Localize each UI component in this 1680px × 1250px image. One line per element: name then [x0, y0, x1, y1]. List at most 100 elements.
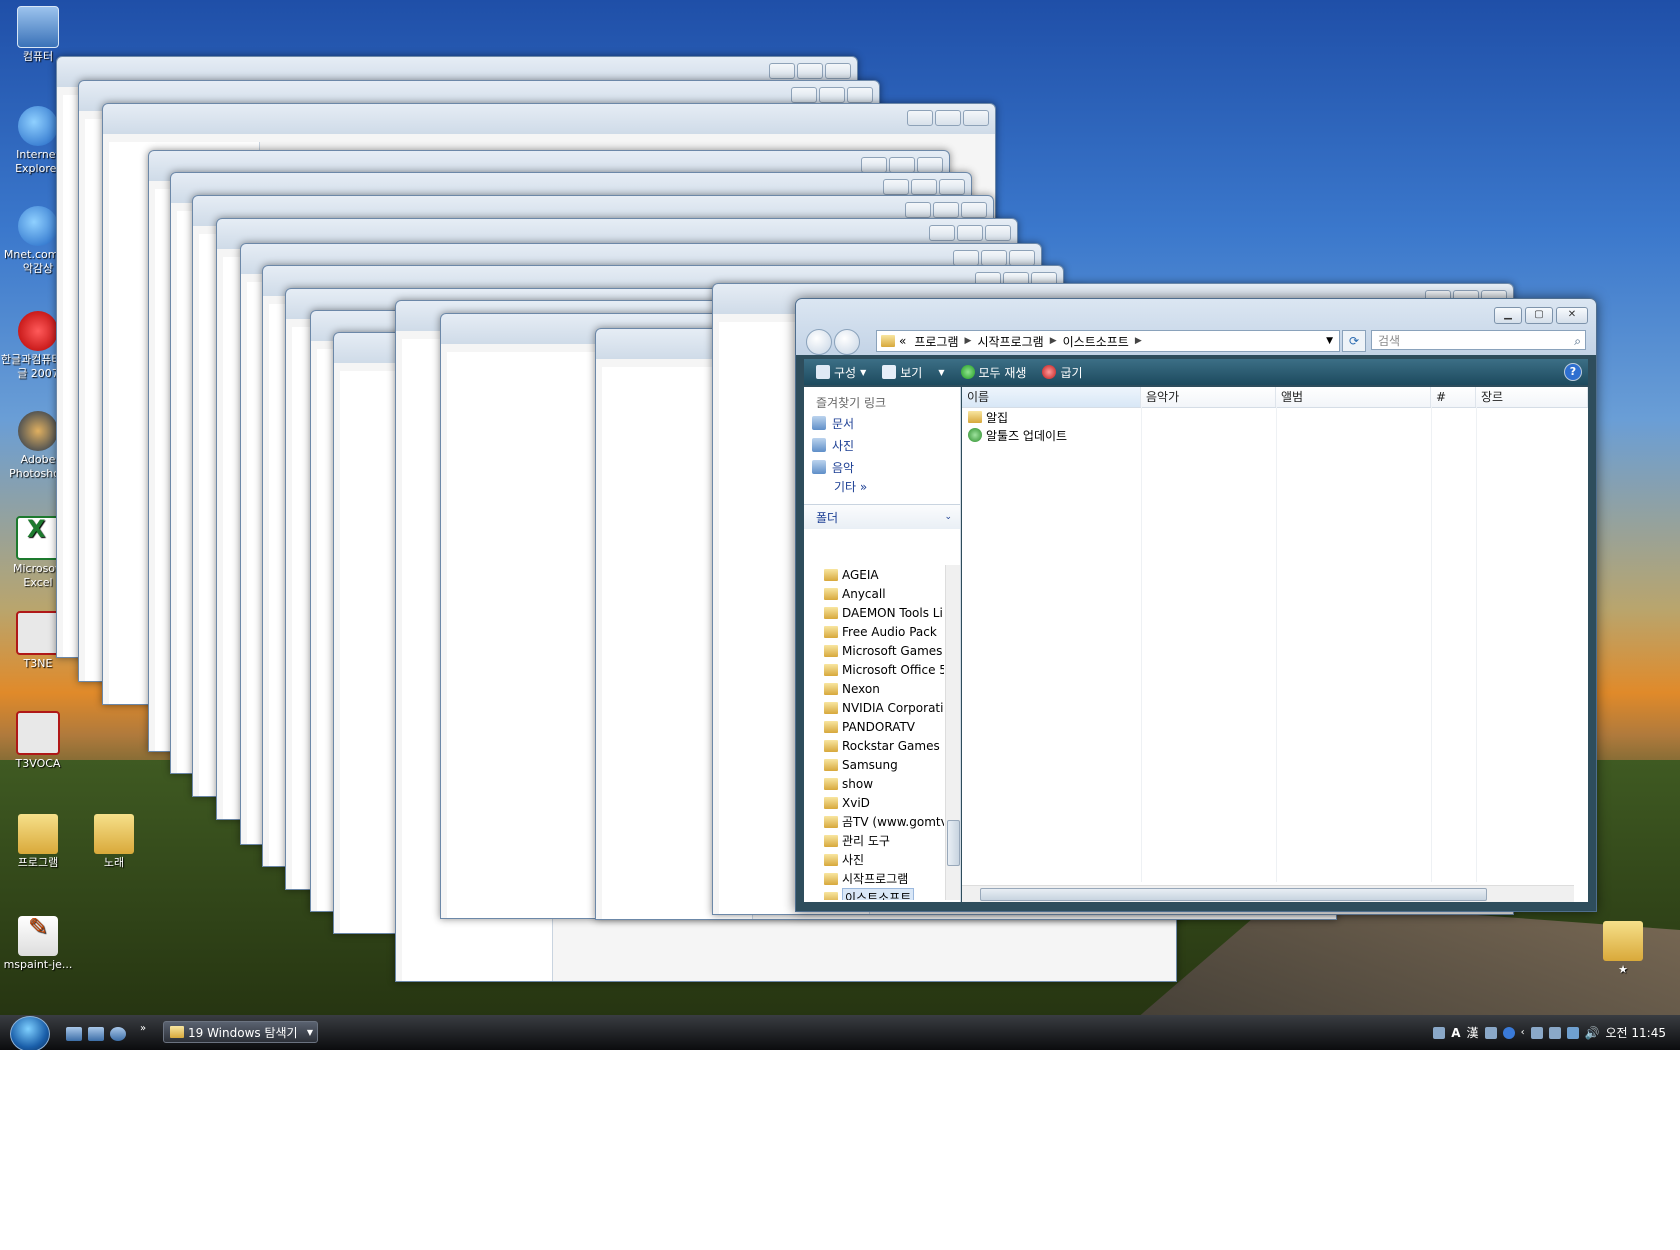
breadcrumb-startup[interactable]: 시작프로그램: [977, 333, 1043, 350]
column-header[interactable]: 음악가: [1141, 387, 1276, 407]
desktop-icon[interactable]: ★: [1585, 921, 1661, 977]
start-button[interactable]: [10, 1016, 50, 1050]
minimize-button[interactable]: [769, 63, 795, 79]
tree-item[interactable]: Microsoft Games f: [804, 641, 944, 660]
window-controls[interactable]: [769, 63, 851, 79]
tree-item[interactable]: 사진: [804, 850, 944, 869]
tree-item[interactable]: 관리 도구: [804, 831, 944, 850]
explorer-window-main[interactable]: ▁ ▢ ✕ « 프로그램 ▶ 시작프로그램 ▶ 이스트소프트 ▶ ▼ ⟳ 검색 …: [795, 298, 1597, 912]
address-dropdown-icon[interactable]: ▼: [1326, 336, 1333, 346]
network-icon[interactable]: [1566, 1026, 1579, 1039]
minimize-button[interactable]: [791, 87, 817, 103]
tree-item[interactable]: AGEIA: [804, 565, 944, 584]
file-row[interactable]: 알툴즈 업데이트: [962, 426, 1588, 444]
close-button[interactable]: [985, 225, 1011, 241]
desktop-icon[interactable]: T3VOCA: [0, 711, 76, 771]
tree-item[interactable]: Rockstar Games: [804, 736, 944, 755]
minimize-button[interactable]: ▁: [1494, 307, 1522, 324]
burn-button[interactable]: 굽기: [1042, 364, 1083, 381]
minimize-button[interactable]: [861, 157, 887, 173]
organize-button[interactable]: 구성 ▼: [816, 364, 866, 381]
taskbar-explorer-group[interactable]: 19 Windows 탐색기 ▼: [163, 1021, 318, 1043]
maximize-button[interactable]: [957, 225, 983, 241]
tree-item[interactable]: 시작프로그램: [804, 869, 944, 888]
scrollbar-thumb[interactable]: [980, 888, 1487, 901]
tray-app-icon[interactable]: [1530, 1026, 1543, 1039]
minimize-button[interactable]: [905, 202, 931, 218]
refresh-button[interactable]: ⟳: [1342, 330, 1366, 352]
search-input[interactable]: 검색 ⌕: [1371, 330, 1586, 350]
minimize-button[interactable]: [953, 250, 979, 266]
tree-item[interactable]: Samsung: [804, 755, 944, 774]
maximize-button[interactable]: ▢: [1525, 307, 1553, 324]
close-button[interactable]: [939, 179, 965, 195]
maximize-button[interactable]: [889, 157, 915, 173]
ie-quicklaunch-icon[interactable]: [110, 1027, 126, 1041]
scrollbar-thumb[interactable]: [947, 820, 960, 866]
search-icon[interactable]: ⌕: [1574, 331, 1581, 351]
tree-item[interactable]: Anycall: [804, 584, 944, 603]
breadcrumb-programs[interactable]: 프로그램: [914, 333, 958, 350]
nav-link-music[interactable]: 음악: [804, 456, 960, 478]
tree-item[interactable]: 곰TV (www.gomtv: [804, 812, 944, 831]
horizontal-scrollbar[interactable]: [962, 885, 1574, 902]
help-icon[interactable]: ?: [1564, 363, 1582, 381]
window-controls[interactable]: [861, 157, 943, 173]
maximize-button[interactable]: [933, 202, 959, 218]
tree-item[interactable]: Nexon: [804, 679, 944, 698]
address-bar[interactable]: « 프로그램 ▶ 시작프로그램 ▶ 이스트소프트 ▶ ▼: [876, 330, 1340, 352]
desktop-icon[interactable]: mspaint-je...: [0, 916, 76, 972]
column-header[interactable]: #: [1431, 387, 1476, 407]
ime-pad-icon[interactable]: [1484, 1026, 1497, 1039]
breadcrumb-separator-icon[interactable]: ▶: [1050, 336, 1057, 346]
play-all-button[interactable]: 모두 재생: [960, 364, 1026, 381]
quicklaunch-overflow-icon[interactable]: »: [140, 1023, 146, 1034]
minimize-button[interactable]: [907, 110, 933, 126]
more-links-button[interactable]: 기타 »: [804, 478, 960, 498]
ime-mode-indicator[interactable]: A: [1451, 1026, 1460, 1040]
close-button[interactable]: [825, 63, 851, 79]
minimize-button[interactable]: [929, 225, 955, 241]
tree-item[interactable]: 이스트소프트: [804, 888, 944, 900]
tree-item[interactable]: Free Audio Pack: [804, 622, 944, 641]
nav-link-pictures[interactable]: 사진: [804, 434, 960, 456]
maximize-button[interactable]: [911, 179, 937, 195]
forward-button[interactable]: [834, 329, 860, 355]
close-button[interactable]: ✕: [1556, 307, 1588, 324]
window-controls[interactable]: [883, 179, 965, 195]
close-button[interactable]: [847, 87, 873, 103]
show-desktop-icon[interactable]: [66, 1027, 82, 1041]
minimize-button[interactable]: [883, 179, 909, 195]
tree-item[interactable]: NVIDIA Corporatic: [804, 698, 944, 717]
tree-item[interactable]: Microsoft Office 5: [804, 660, 944, 679]
maximize-button[interactable]: [819, 87, 845, 103]
window-controls[interactable]: [791, 87, 873, 103]
window-controls[interactable]: [929, 225, 1011, 241]
tree-scrollbar[interactable]: [945, 565, 960, 900]
breadcrumb-overflow[interactable]: «: [899, 334, 906, 348]
window-controls[interactable]: [953, 250, 1035, 266]
tray-app-icon[interactable]: [1548, 1026, 1561, 1039]
close-button[interactable]: [917, 157, 943, 173]
column-header[interactable]: 앨범: [1276, 387, 1431, 407]
breadcrumb-separator-icon[interactable]: ▶: [965, 336, 972, 346]
folders-header[interactable]: 폴더 ⌄: [804, 504, 960, 529]
tree-item[interactable]: XviD: [804, 793, 944, 812]
volume-icon[interactable]: 🔊: [1585, 1026, 1600, 1040]
column-header[interactable]: 장르: [1476, 387, 1588, 407]
nav-link-documents[interactable]: 문서: [804, 412, 960, 434]
close-button[interactable]: [1009, 250, 1035, 266]
views-button[interactable]: 보기 ▼: [882, 364, 945, 381]
switch-windows-icon[interactable]: [88, 1027, 104, 1041]
tree-item[interactable]: PANDORATV: [804, 717, 944, 736]
breadcrumb-separator-icon[interactable]: ▶: [1135, 336, 1142, 346]
maximize-button[interactable]: [981, 250, 1007, 266]
language-bar-icon[interactable]: [1433, 1026, 1446, 1039]
tree-item[interactable]: show: [804, 774, 944, 793]
desktop-icon[interactable]: 노래: [76, 814, 152, 870]
maximize-button[interactable]: [797, 63, 823, 79]
breadcrumb-eastsoft[interactable]: 이스트소프트: [1063, 333, 1129, 350]
file-row[interactable]: 알집: [962, 408, 1588, 426]
close-button[interactable]: [961, 202, 987, 218]
desktop-icon[interactable]: 프로그램: [0, 814, 76, 870]
